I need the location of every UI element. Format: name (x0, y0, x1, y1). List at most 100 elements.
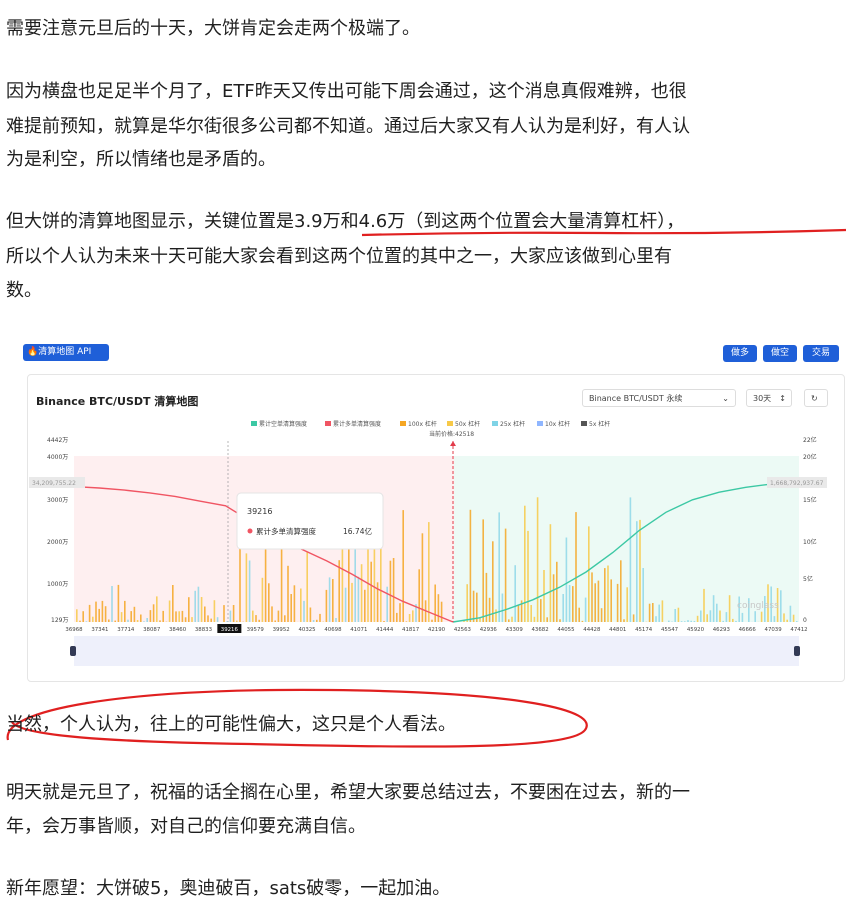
leverage-bar (223, 605, 225, 622)
leverage-bar (383, 621, 385, 622)
leverage-bar (399, 603, 401, 622)
leverage-bar (501, 593, 504, 622)
range-handle-right[interactable] (794, 646, 800, 656)
leverage-bar (309, 607, 312, 622)
leverage-bar (120, 612, 123, 622)
x-tick-label: 46666 (739, 627, 757, 633)
leverage-bar (722, 620, 724, 622)
chart-legend: 累计空单清算强度 累计多单清算强度 100x 杠杆 50x 杠杆 25x 杠杆 … (251, 420, 610, 438)
leverage-bar (540, 599, 542, 622)
liquidation-map-image: 🔥清算地图 API 做多 做空 交易 Binance BTC/USDT 清算地图… (7, 338, 851, 682)
leverage-bar (428, 522, 430, 622)
leverage-bar (652, 603, 654, 622)
leverage-bar (76, 609, 78, 622)
tooltip-dot (247, 528, 253, 534)
leverage-bar (559, 619, 561, 622)
leverage-bar (783, 613, 785, 622)
x-tick-label: 38087 (143, 627, 160, 633)
leverage-bar (197, 586, 200, 622)
paragraph-5-line-1: 明天就是元旦了，祝福的话全搁在心里，希望大家要总结过去，不要困在过去，新的一 (6, 782, 690, 803)
leverage-bar (546, 617, 548, 622)
leverage-bar (575, 512, 577, 622)
leverage-bar (360, 564, 363, 622)
leverage-bar (229, 610, 232, 622)
x-tick-label: 39216 (221, 627, 239, 633)
leverage-bar (156, 596, 158, 622)
leverage-bar (108, 619, 110, 622)
right-flag-text: 1,668,792,937.67 (770, 480, 824, 487)
leverage-bar (719, 610, 721, 622)
leverage-bar (735, 620, 737, 622)
leverage-bar (412, 610, 414, 622)
leverage-bar (684, 621, 686, 622)
leverage-bar (210, 618, 212, 622)
leverage-bar (789, 605, 792, 622)
leverage-bar (146, 618, 148, 622)
leverage-bar (85, 621, 88, 622)
leverage-bar (604, 568, 606, 622)
leverage-bar (482, 519, 484, 622)
right-axis: 22亿 20亿 15亿 10亿 5亿 0 (803, 436, 817, 624)
leverage-bar (274, 620, 276, 622)
paragraph-2-line-2: 难提前预知，就算是华尔街很多公司都不知道。通过后大家又有人认为是利好，有人认 (6, 116, 690, 137)
y-right-tick: 10亿 (803, 538, 817, 546)
leverage-bar (373, 546, 376, 622)
leverage-bar (92, 616, 94, 622)
x-tick-label: 45920 (687, 627, 705, 633)
x-tick-label: 45547 (661, 627, 678, 633)
leverage-bar (418, 569, 420, 622)
leverage-bar (437, 594, 440, 622)
x-tick-label: 42563 (454, 627, 471, 633)
leverage-bar (636, 521, 638, 622)
current-price-arrow (450, 441, 456, 446)
paragraph-3-line-3: 数。 (6, 280, 42, 301)
x-tick-label: 40325 (298, 627, 315, 633)
paragraph-3-prefix: 但大饼的清算地图显示，关键位置是 (6, 211, 294, 232)
leverage-bar (325, 589, 328, 622)
leverage-bar (124, 600, 126, 622)
leverage-bar (245, 553, 248, 622)
range-slider-track[interactable] (74, 636, 799, 666)
leverage-bar (162, 610, 164, 622)
leverage-bar (200, 597, 203, 622)
leverage-bar (754, 611, 756, 622)
x-axis: 36968 37341 37714 38087 38460 38833 39216 39579… (65, 624, 808, 633)
x-tick-label: 39579 (247, 627, 265, 633)
leverage-bar (607, 565, 609, 622)
leverage-bar (796, 621, 798, 622)
leverage-bar (168, 600, 171, 622)
leverage-bar (248, 560, 251, 622)
leverage-bar (716, 603, 718, 622)
leverage-bar (639, 519, 641, 622)
liquidation-chart: 累计空单清算强度 累计多单清算强度 100x 杠杆 50x 杠杆 25x 杠杆 … (29, 420, 827, 666)
leverage-bar (351, 582, 353, 622)
leverage-bar (626, 587, 628, 622)
x-tick-label: 37714 (117, 627, 135, 633)
leverage-bar (469, 509, 472, 622)
leverage-bar (629, 497, 632, 622)
leverage-bar (149, 610, 152, 622)
leverage-bar (440, 601, 443, 622)
leverage-bar (680, 621, 683, 622)
x-tick-label: 43309 (506, 627, 524, 633)
x-tick-label: 41817 (402, 627, 419, 633)
leverage-bar (568, 585, 571, 622)
leverage-bar (632, 614, 635, 622)
leverage-bar (370, 561, 372, 622)
range-handle-left[interactable] (70, 646, 76, 656)
x-tick-label: 36968 (65, 627, 83, 633)
leverage-bar (95, 601, 97, 622)
leverage-bar (178, 611, 180, 622)
leverage-bar (696, 615, 699, 622)
leverage-bar (514, 565, 516, 622)
leverage-bar (213, 600, 216, 622)
x-tick-label: 44055 (557, 627, 574, 633)
legend-100x: 100x 杠杆 (408, 420, 437, 428)
leverage-bar (175, 611, 177, 622)
leverage-bar (760, 611, 763, 622)
coinglass-watermark: coinglass (737, 601, 779, 611)
leverage-bar (466, 584, 468, 622)
leverage-bar (543, 570, 545, 622)
red-underline (361, 228, 847, 237)
leverage-bar (434, 584, 436, 622)
